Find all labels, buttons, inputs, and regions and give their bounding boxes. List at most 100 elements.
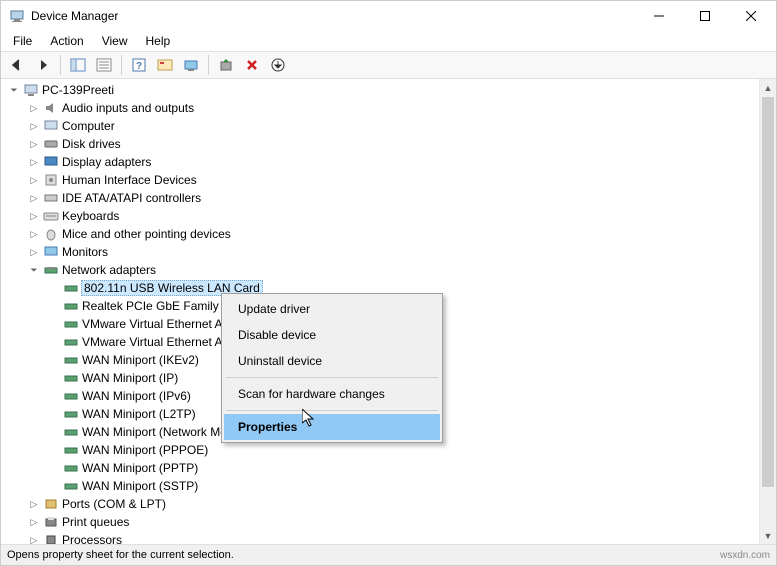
tree-category[interactable]: ▷Computer [27,117,776,135]
ctx-uninstall-device[interactable]: Uninstall device [224,348,440,374]
tree-label: WAN Miniport (IPv6) [82,389,191,403]
tree-category[interactable]: ▷ Mice and other pointing devices [27,225,776,243]
tree-panel: ⏷ PC-139Preeti ▷ Audio inputs and outputs… [1,79,776,545]
tree-category[interactable]: ▷ Ports (COM & LPT) [27,495,776,513]
tree-label: Display adapters [62,155,151,169]
tree-category[interactable]: ▷Keyboards [27,207,776,225]
separator [226,377,438,378]
separator [208,55,209,75]
vertical-scrollbar[interactable]: ▲ ▼ [759,79,776,544]
minimize-button[interactable] [636,1,682,31]
tree-label: Realtek PCIe GbE Family C [82,299,231,313]
svg-text:?: ? [136,61,142,72]
network-icon [63,388,79,404]
tree-label: VMware Virtual Ethernet A [82,317,223,331]
ide-icon [43,190,59,206]
network-icon [63,280,79,296]
menu-action[interactable]: Action [42,32,91,50]
ctx-properties[interactable]: Properties [224,414,440,440]
title-bar: Device Manager [1,1,776,31]
expander-icon[interactable]: ▷ [27,137,41,151]
close-button[interactable] [728,1,774,31]
expander-icon[interactable]: ▷ [27,497,41,511]
tool-button-5[interactable] [153,53,177,77]
tree-label: Mice and other pointing devices [62,227,231,241]
tree-device[interactable]: WAN Miniport (SSTP) [47,477,776,495]
tree-root[interactable]: ⏷ PC-139Preeti [7,81,776,99]
tree-label: Monitors [62,245,108,259]
back-button[interactable] [5,53,29,77]
network-icon [63,316,79,332]
expander-icon[interactable]: ⏷ [7,83,21,97]
expander-icon[interactable]: ▷ [27,245,41,259]
tree-device[interactable]: WAN Miniport (PPPOE) [47,441,776,459]
tree-category[interactable]: ▷ Processors [27,531,776,545]
tree-category[interactable]: ▷ Print queues [27,513,776,531]
network-icon [63,352,79,368]
tree-device[interactable]: WAN Miniport (PPTP) [47,459,776,477]
tree-category-network[interactable]: ⏷ Network adapters [27,261,776,279]
tree-label: Human Interface Devices [62,173,197,187]
expander-icon[interactable]: ▷ [27,173,41,187]
printer-icon [43,514,59,530]
expander-icon[interactable]: ▷ [27,227,41,241]
tree-label: WAN Miniport (L2TP) [82,407,196,421]
status-text: Opens property sheet for the current sel… [7,549,234,561]
scroll-up-button[interactable]: ▲ [760,79,776,96]
expander-icon[interactable]: ▷ [27,515,41,529]
network-icon [43,262,59,278]
tree-label: WAN Miniport (IKEv2) [82,353,199,367]
expander-icon[interactable]: ▷ [27,155,41,169]
toolbar: ? [1,51,776,79]
scroll-thumb[interactable] [762,97,774,487]
update-driver-button[interactable] [266,53,290,77]
menu-help[interactable]: Help [138,32,179,50]
tree-category[interactable]: ▷ Display adapters [27,153,776,171]
expander-icon[interactable]: ▷ [27,209,41,223]
menu-view[interactable]: View [94,32,136,50]
scroll-down-button[interactable]: ▼ [760,527,776,544]
tree-label: Print queues [62,515,129,529]
context-menu: Update driver Disable device Uninstall d… [221,293,443,443]
tree-label: Disk drives [62,137,121,151]
tree-category[interactable]: ▷IDE ATA/ATAPI controllers [27,189,776,207]
tree-label: Network adapters [62,263,156,277]
hid-icon [43,172,59,188]
maximize-button[interactable] [682,1,728,31]
expander-icon[interactable]: ▷ [27,119,41,133]
expander-icon[interactable]: ▷ [27,533,41,545]
delete-button[interactable] [240,53,264,77]
ctx-update-driver[interactable]: Update driver [224,296,440,322]
scan-hardware-button[interactable] [214,53,238,77]
help-button[interactable]: ? [127,53,151,77]
network-icon [63,442,79,458]
expander-icon[interactable]: ⏷ [27,263,41,277]
expander-icon[interactable]: ▷ [27,101,41,115]
tree-category[interactable]: ▷ Monitors [27,243,776,261]
menu-file[interactable]: File [5,32,40,50]
watermark: wsxdn.com [720,550,770,561]
tree-label: WAN Miniport (PPPOE) [82,443,208,457]
tree-category[interactable]: ▷ Audio inputs and outputs [27,99,776,117]
properties-button[interactable] [92,53,116,77]
tree-label: Audio inputs and outputs [62,101,194,115]
expander-icon[interactable]: ▷ [27,191,41,205]
tree-label: VMware Virtual Ethernet A [82,335,223,349]
forward-button[interactable] [31,53,55,77]
ctx-disable-device[interactable]: Disable device [224,322,440,348]
app-icon [9,8,25,24]
ctx-scan-hardware[interactable]: Scan for hardware changes [224,381,440,407]
show-hide-button[interactable] [66,53,90,77]
separator [226,410,438,411]
tool-button-6[interactable] [179,53,203,77]
network-icon [63,334,79,350]
network-icon [63,370,79,386]
ports-icon [43,496,59,512]
processor-icon [43,532,59,545]
tree-label: Ports (COM & LPT) [62,497,166,511]
tree-category[interactable]: ▷ Human Interface Devices [27,171,776,189]
display-icon [43,154,59,170]
network-icon [63,424,79,440]
tree-label: Processors [62,533,122,545]
tree-category[interactable]: ▷ Disk drives [27,135,776,153]
